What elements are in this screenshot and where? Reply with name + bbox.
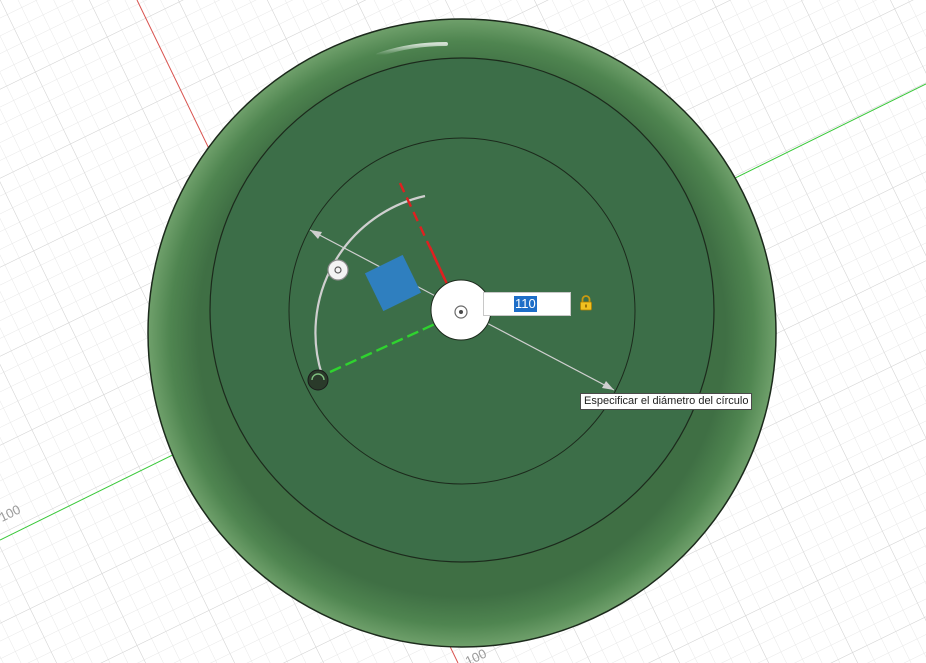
lock-icon[interactable] — [579, 295, 593, 311]
canvas-viewport[interactable]: 100 100 110 110 Especificar el diámetro … — [0, 0, 926, 663]
sweep-handle-icon[interactable] — [307, 369, 329, 391]
rotate-handle-icon[interactable] — [327, 259, 349, 281]
center-point-icon[interactable] — [454, 305, 468, 319]
diameter-input[interactable] — [483, 292, 571, 316]
tooltip: Especificar el diámetro del círculo — [580, 393, 753, 410]
sketch-canvas[interactable]: 100 100 — [0, 0, 926, 663]
